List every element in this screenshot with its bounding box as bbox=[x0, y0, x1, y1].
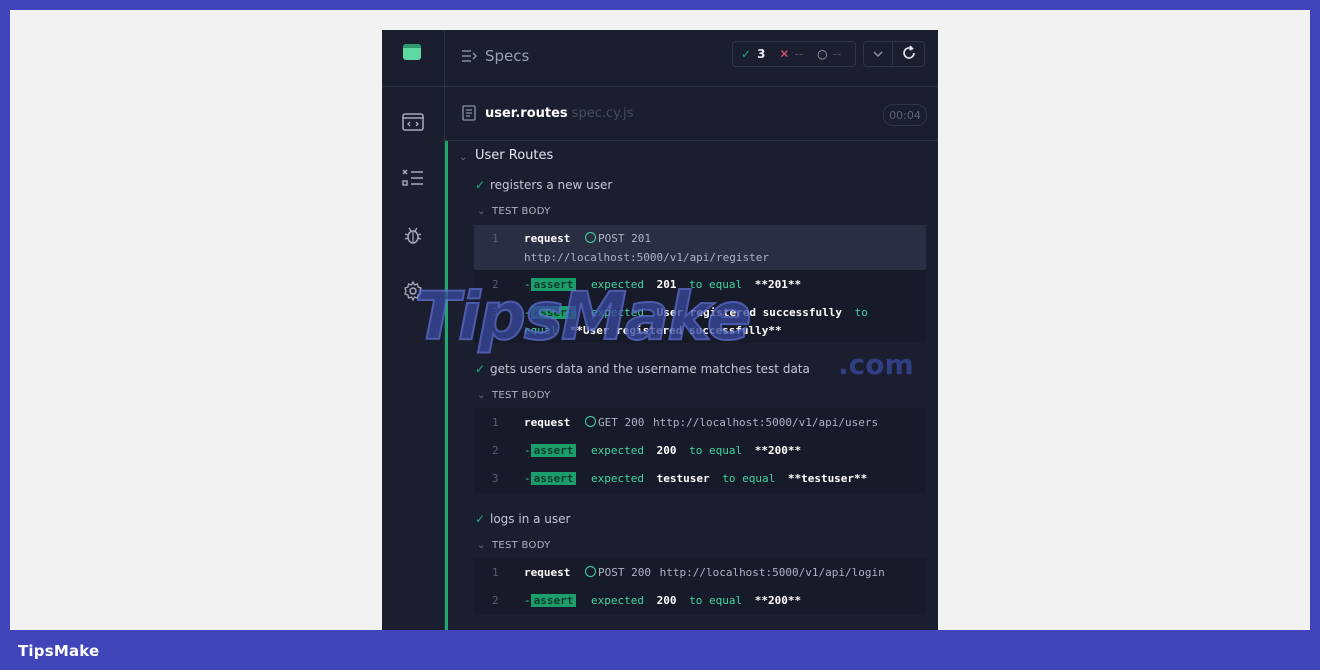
failed-count: -- bbox=[794, 47, 804, 61]
test-title[interactable]: logs in a user bbox=[490, 512, 570, 526]
assert-badge: assert bbox=[530, 444, 577, 457]
chevron-down-icon[interactable] bbox=[871, 46, 885, 65]
command-row[interactable]: request GET 200 http://localhost:5000/v1… bbox=[524, 416, 878, 429]
command-number: 3 bbox=[492, 472, 499, 485]
spec-duration: 00:04 bbox=[883, 104, 927, 126]
specs-nav-icon[interactable] bbox=[400, 109, 426, 135]
test-passed-check-icon: ✓ bbox=[475, 178, 486, 192]
request-status-icon bbox=[584, 416, 598, 429]
assert-badge: assert bbox=[530, 472, 577, 485]
assert-row[interactable]: - assert expected 200 to equal **200** bbox=[524, 594, 801, 607]
watermark-logo: TipsMake bbox=[414, 277, 753, 356]
command-number: 1 bbox=[492, 232, 499, 245]
pending-spinner-icon: ○ bbox=[817, 47, 828, 61]
test-body-label[interactable]: TEST BODY bbox=[492, 206, 551, 217]
test-stats: ✓ 3 ✕ -- ○ -- bbox=[732, 41, 856, 67]
debug-bug-icon[interactable] bbox=[400, 222, 426, 248]
chevron-down-icon[interactable]: ⌄ bbox=[459, 152, 467, 163]
request-status-icon bbox=[584, 566, 598, 579]
request-method: POST 200 bbox=[597, 566, 651, 579]
assert-row[interactable]: - assert expected testuser to equal **tes… bbox=[524, 472, 867, 485]
spec-file-name[interactable]: user.routes spec.cy.js bbox=[485, 106, 633, 121]
command-number: 2 bbox=[492, 444, 499, 457]
command-row[interactable]: request POST 201 bbox=[524, 232, 651, 245]
spec-file-ext: spec.cy.js bbox=[571, 106, 634, 121]
rerun-icon[interactable] bbox=[901, 45, 917, 65]
command-name: request bbox=[524, 566, 571, 579]
header-title: Specs bbox=[485, 47, 530, 65]
test-title[interactable]: gets users data and the username matches… bbox=[490, 362, 810, 376]
test-title[interactable]: registers a new user bbox=[490, 178, 612, 192]
assert-badge: assert bbox=[530, 594, 577, 607]
command-row[interactable]: request POST 200 http://localhost:5000/v… bbox=[524, 566, 885, 579]
passed-count: 3 bbox=[757, 47, 766, 61]
failed-x-icon: ✕ bbox=[779, 47, 790, 61]
request-url: http://localhost:5000/v1/api/register bbox=[524, 251, 770, 264]
test-passed-check-icon: ✓ bbox=[475, 362, 486, 376]
test-passed-check-icon: ✓ bbox=[475, 512, 486, 526]
assert-row[interactable]: - assert expected 200 to equal **200** bbox=[524, 444, 801, 457]
specs-list-icon[interactable] bbox=[461, 48, 477, 67]
test-body-label[interactable]: TEST BODY bbox=[492, 540, 551, 551]
command-number: 1 bbox=[492, 416, 499, 429]
request-status-icon bbox=[584, 232, 598, 245]
chevron-down-icon[interactable]: ⌄ bbox=[477, 540, 485, 551]
footer-bar bbox=[0, 630, 1320, 670]
suite-passed-line bbox=[445, 141, 448, 630]
request-method: POST 201 bbox=[597, 232, 651, 245]
brand-label: TipsMake bbox=[18, 642, 100, 660]
spec-file-icon bbox=[462, 105, 476, 125]
chevron-down-icon[interactable]: ⌄ bbox=[477, 206, 485, 217]
command-number: 1 bbox=[492, 566, 499, 579]
passed-check-icon: ✓ bbox=[741, 47, 752, 61]
command-name: request bbox=[524, 416, 571, 429]
request-url: http://localhost:5000/v1/api/users bbox=[652, 416, 879, 429]
request-url: http://localhost:5000/v1/api/login bbox=[659, 566, 885, 579]
pending-count: -- bbox=[832, 47, 842, 61]
request-method: GET 200 bbox=[597, 416, 645, 429]
command-name: request bbox=[524, 232, 571, 245]
test-body-label[interactable]: TEST BODY bbox=[492, 390, 551, 401]
runs-nav-icon[interactable] bbox=[400, 165, 426, 191]
watermark-suffix: .com bbox=[838, 348, 914, 381]
suite-title[interactable]: User Routes bbox=[475, 148, 553, 163]
app-logo-icon[interactable] bbox=[403, 44, 421, 60]
command-number: 2 bbox=[492, 594, 499, 607]
chevron-down-icon[interactable]: ⌄ bbox=[477, 390, 485, 401]
